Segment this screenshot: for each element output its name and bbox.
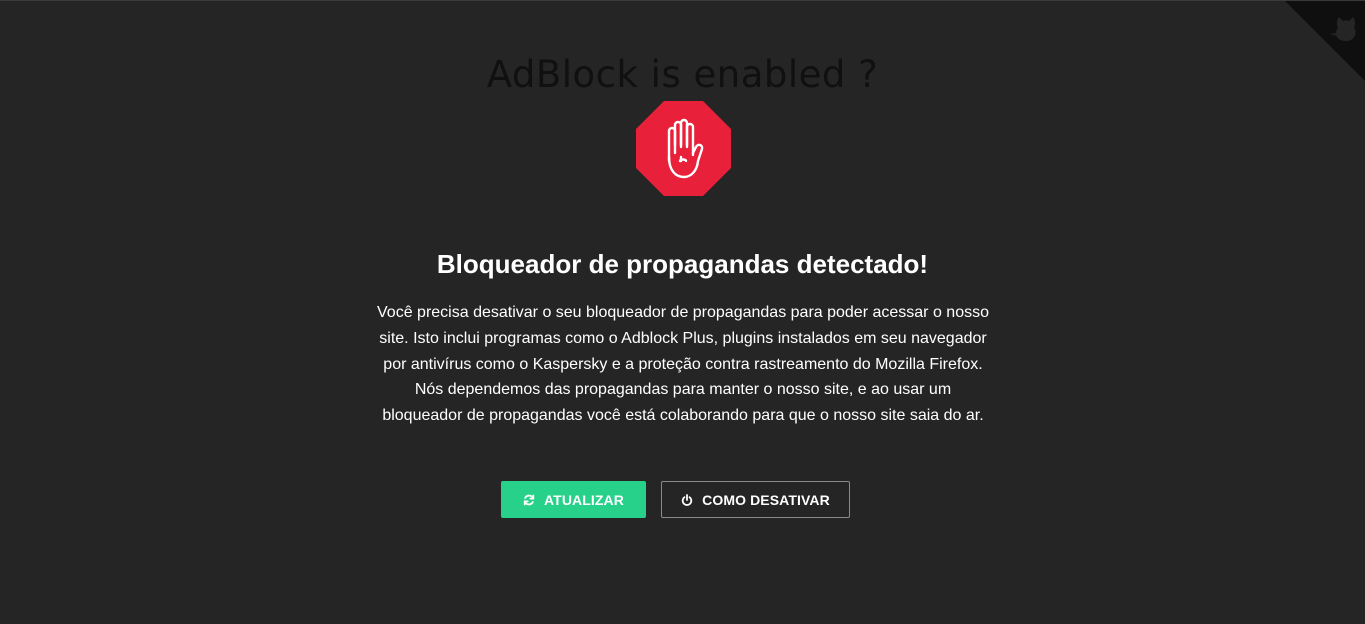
message-line: bloqueador de propagandas você está cola… bbox=[382, 407, 984, 425]
adblock-detected-page: AdBlock is enabled ? Bloqueador de propa… bbox=[0, 0, 1365, 624]
how-to-disable-label: COMO DESATIVAR bbox=[702, 491, 830, 508]
power-icon bbox=[681, 493, 693, 506]
message-line: site. Isto inclui programas como o Adblo… bbox=[379, 329, 987, 347]
update-button-label: ATUALIZAR bbox=[544, 491, 624, 508]
message-line: por antivírus como o Kaspersky e a prote… bbox=[383, 355, 983, 373]
refresh-icon bbox=[523, 494, 535, 506]
message-line: Você precisa desativar o seu bloqueador … bbox=[377, 304, 989, 321]
message-line: Nós dependemos das propagandas para mant… bbox=[414, 381, 952, 399]
detection-message: Você precisa desativar o seu bloqueador … bbox=[372, 300, 994, 429]
update-button[interactable]: ATUALIZAR bbox=[501, 481, 646, 518]
page-title: Bloqueador de propagandas detectado! bbox=[436, 249, 929, 279]
page-heading: AdBlock is enabled ? bbox=[486, 53, 879, 96]
stop-hand-icon bbox=[636, 101, 731, 196]
how-to-disable-button[interactable]: COMO DESATIVAR bbox=[661, 481, 850, 518]
